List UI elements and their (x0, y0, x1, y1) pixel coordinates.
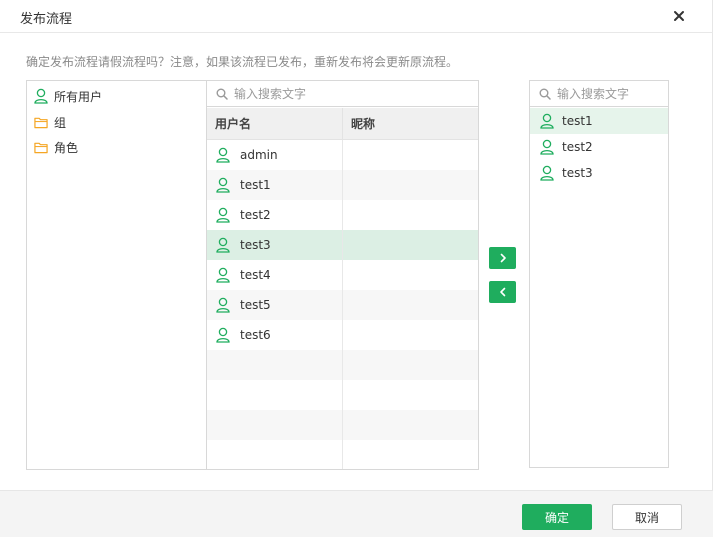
table-row-selected[interactable]: test3 (207, 230, 478, 260)
table-row[interactable]: test1 (207, 170, 478, 200)
username-text: test3 (240, 238, 271, 252)
dialog-title: 发布流程 (20, 12, 73, 27)
selected-item-label: test3 (562, 166, 593, 180)
username-cell: test4 (207, 260, 343, 290)
user-table-body: admin test1 test2 test3 test4 test5 test… (207, 140, 478, 469)
source-panel: 所有用户 组 角色 用户名 昵称 (26, 80, 479, 470)
user-icon (216, 207, 232, 223)
add-selected-button[interactable] (489, 247, 516, 269)
selected-item[interactable]: test3 (530, 160, 668, 186)
username-cell: test6 (207, 320, 343, 350)
username-text: admin (240, 148, 278, 162)
close-button[interactable] (668, 5, 690, 27)
table-row[interactable]: admin (207, 140, 478, 170)
selected-item[interactable]: test2 (530, 134, 668, 160)
publish-notice: 确定发布流程请假流程吗？注意，如果该流程已发布，重新发布将会更新原流程。 (26, 55, 459, 69)
tree-item-all-users[interactable]: 所有用户 (34, 85, 102, 107)
user-icon (216, 237, 232, 253)
username-cell: test1 (207, 170, 343, 200)
chevron-left-icon (499, 287, 505, 297)
empty-row (207, 350, 478, 380)
user-search-box (207, 81, 478, 107)
user-icon (216, 147, 232, 163)
folder-icon (34, 139, 48, 155)
user-icon (216, 267, 232, 283)
user-icon (34, 88, 48, 104)
search-icon (539, 88, 551, 100)
selected-users-panel: test1 test2 test3 (529, 80, 669, 468)
selected-search-input[interactable] (557, 82, 662, 105)
username-cell: test5 (207, 290, 343, 320)
username-text: test1 (240, 178, 271, 192)
user-icon (540, 165, 556, 181)
empty-row (207, 440, 478, 469)
table-row[interactable]: test5 (207, 290, 478, 320)
empty-row (207, 380, 478, 410)
column-header-nickname[interactable]: 昵称 (343, 108, 478, 140)
nickname-cell (343, 140, 478, 170)
table-row[interactable]: test4 (207, 260, 478, 290)
user-search-input[interactable] (234, 82, 464, 105)
username-text: test5 (240, 298, 271, 312)
dialog-title-bar: 发布流程 (0, 0, 713, 33)
cancel-button[interactable]: 取消 (612, 504, 682, 530)
nickname-cell (343, 230, 478, 260)
table-row[interactable]: test6 (207, 320, 478, 350)
tree-item-roles[interactable]: 角色 (34, 136, 78, 158)
nickname-cell (343, 290, 478, 320)
tree-item-label: 所有用户 (54, 89, 103, 104)
user-icon (540, 113, 556, 129)
tree-item-label: 组 (54, 115, 67, 130)
empty-row (207, 410, 478, 440)
username-cell: admin (207, 140, 343, 170)
confirm-button[interactable]: 确定 (522, 504, 592, 530)
search-icon (216, 88, 228, 100)
close-icon (674, 11, 684, 21)
username-text: test2 (240, 208, 271, 222)
user-icon (540, 139, 556, 155)
username-text: test6 (240, 328, 271, 342)
dialog-footer: 确定 取消 (0, 490, 713, 537)
column-header-username[interactable]: 用户名 (207, 108, 343, 140)
nickname-cell (343, 200, 478, 230)
selected-item[interactable]: test1 (530, 108, 668, 134)
user-icon (216, 297, 232, 313)
remove-selected-button[interactable] (489, 281, 516, 303)
tree-item-groups[interactable]: 组 (34, 111, 66, 133)
user-list-area: 用户名 昵称 admin test1 test2 test3 (207, 81, 478, 469)
nickname-cell (343, 170, 478, 200)
username-text: test4 (240, 268, 271, 282)
user-icon (216, 327, 232, 343)
user-tree: 所有用户 组 角色 (27, 81, 207, 469)
selected-search-box (530, 81, 668, 107)
nickname-cell (343, 260, 478, 290)
chevron-right-icon (500, 253, 506, 263)
user-icon (216, 177, 232, 193)
selected-item-label: test1 (562, 114, 593, 128)
username-cell: test3 (207, 230, 343, 260)
username-cell: test2 (207, 200, 343, 230)
user-table-header: 用户名 昵称 (207, 108, 478, 140)
publish-dialog: 发布流程 确定发布流程请假流程吗？注意，如果该流程已发布，重新发布将会更新原流程… (0, 0, 713, 537)
tree-item-label: 角色 (54, 140, 79, 155)
selected-item-label: test2 (562, 140, 593, 154)
table-row[interactable]: test2 (207, 200, 478, 230)
nickname-cell (343, 320, 478, 350)
folder-icon (34, 114, 48, 130)
